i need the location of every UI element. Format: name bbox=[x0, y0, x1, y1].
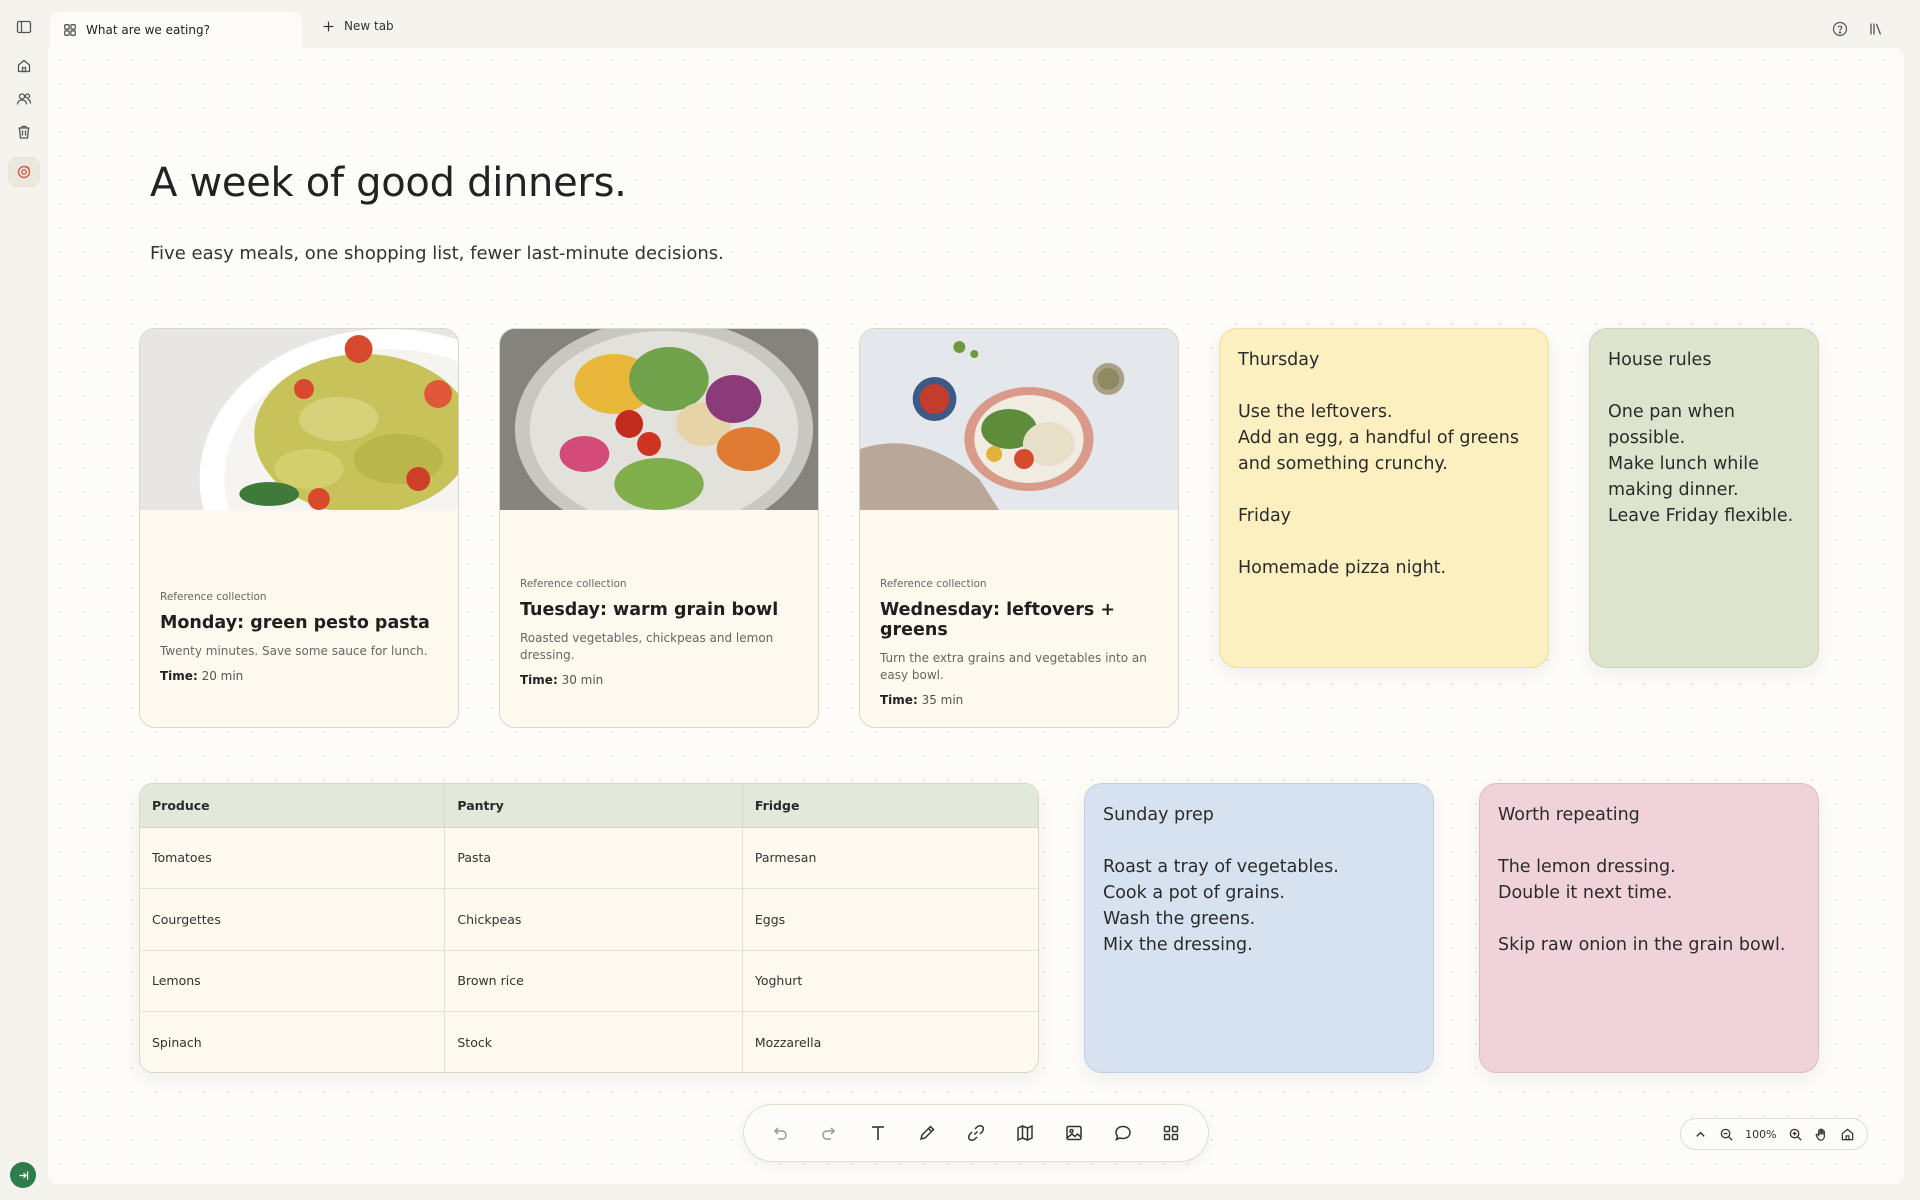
page-subtitle: Five easy meals, one shopping list, fewe… bbox=[150, 243, 724, 264]
table-row: Tomatoes Pasta Parmesan bbox=[140, 827, 1038, 889]
table-cell[interactable]: Yoghurt bbox=[742, 950, 1038, 1012]
new-tab-button[interactable]: New tab bbox=[322, 19, 394, 33]
recipe-card-tuesday[interactable]: Reference collection Tuesday: warm grain… bbox=[499, 328, 819, 728]
zoom-in-icon[interactable] bbox=[1788, 1127, 1803, 1142]
sticky-text: House rules One pan when possible. Make … bbox=[1608, 350, 1794, 526]
table-cell[interactable]: Spinach bbox=[140, 1011, 446, 1072]
table-cell[interactable]: Brown rice bbox=[444, 950, 743, 1012]
table-cell[interactable]: Lemons bbox=[140, 950, 446, 1012]
zoom-controls: 100% bbox=[1680, 1118, 1868, 1150]
column-header[interactable]: Produce bbox=[140, 784, 446, 828]
page-title: A week of good dinners. bbox=[150, 160, 627, 206]
table-row: Lemons Brown rice Yoghurt bbox=[140, 950, 1038, 1012]
exit-icon[interactable] bbox=[10, 1162, 36, 1188]
grid-icon bbox=[64, 24, 76, 36]
shopping-list-table[interactable]: Produce Pantry Fridge Tomatoes Pasta Par… bbox=[139, 783, 1039, 1073]
card-time: Time: 30 min bbox=[520, 673, 604, 687]
redo-icon[interactable] bbox=[811, 1115, 847, 1151]
undo-icon[interactable] bbox=[762, 1115, 798, 1151]
table-cell[interactable]: Courgettes bbox=[140, 888, 446, 951]
comment-tool-icon[interactable] bbox=[1105, 1115, 1141, 1151]
sticky-note-thursday-friday[interactable]: Thursday Use the leftovers. Add an egg, … bbox=[1219, 328, 1549, 668]
card-title: Wednesday: leftovers + greens bbox=[880, 600, 1116, 640]
card-description: Turn the extra grains and vegetables int… bbox=[880, 651, 1147, 682]
table-row: Courgettes Chickpeas Eggs bbox=[140, 888, 1038, 951]
sticky-text: Sunday prep Roast a tray of vegetables. … bbox=[1103, 805, 1339, 955]
card-eyebrow: Reference collection bbox=[520, 578, 627, 590]
grain-bowl-photo bbox=[500, 329, 818, 510]
sidebar-toggle-icon[interactable] bbox=[12, 15, 36, 39]
tab-label: What are we eating? bbox=[86, 23, 210, 37]
image-tool-icon[interactable] bbox=[1056, 1115, 1092, 1151]
home-view-icon[interactable] bbox=[1840, 1127, 1855, 1142]
column-header[interactable]: Pantry bbox=[444, 784, 743, 828]
tab-what-are-we-eating[interactable]: What are we eating? bbox=[50, 12, 302, 48]
table-cell[interactable]: Chickpeas bbox=[444, 888, 743, 951]
board-icon[interactable] bbox=[8, 157, 40, 187]
pasta-photo bbox=[140, 329, 458, 510]
people-icon[interactable] bbox=[12, 87, 36, 111]
pen-tool-icon[interactable] bbox=[909, 1115, 945, 1151]
trash-icon[interactable] bbox=[12, 120, 36, 144]
canvas-toolbar bbox=[743, 1104, 1209, 1162]
chevron-up-icon[interactable] bbox=[1693, 1127, 1708, 1142]
map-tool-icon[interactable] bbox=[1007, 1115, 1043, 1151]
table-cell[interactable]: Parmesan bbox=[742, 827, 1038, 889]
card-description: Roasted vegetables, chickpeas and lemon … bbox=[520, 631, 774, 662]
card-eyebrow: Reference collection bbox=[160, 591, 267, 603]
sticky-note-house-rules[interactable]: House rules One pan when possible. Make … bbox=[1589, 328, 1819, 668]
table-row: Spinach Stock Mozzarella bbox=[140, 1011, 1038, 1073]
table-cell[interactable]: Eggs bbox=[742, 888, 1038, 951]
sticky-text: Thursday Use the leftovers. Add an egg, … bbox=[1238, 350, 1519, 578]
sticky-note-worth-repeating[interactable]: Worth repeating The lemon dressing. Doub… bbox=[1479, 783, 1819, 1073]
card-time: Time: 35 min bbox=[880, 693, 964, 707]
apps-grid-icon[interactable] bbox=[1153, 1115, 1189, 1151]
help-icon[interactable] bbox=[1832, 21, 1848, 37]
card-title: Tuesday: warm grain bowl bbox=[520, 600, 779, 620]
link-tool-icon[interactable] bbox=[958, 1115, 994, 1151]
card-time: Time: 20 min bbox=[160, 669, 244, 683]
library-icon[interactable] bbox=[1868, 21, 1884, 37]
card-title: Monday: green pesto pasta bbox=[160, 613, 430, 633]
table-cell[interactable]: Mozzarella bbox=[742, 1012, 1038, 1073]
sticky-text: Worth repeating The lemon dressing. Doub… bbox=[1498, 805, 1786, 955]
column-header[interactable]: Fridge bbox=[742, 784, 1038, 828]
table-cell[interactable]: Stock bbox=[444, 1011, 743, 1072]
leftovers-photo bbox=[860, 329, 1178, 510]
zoom-out-icon[interactable] bbox=[1719, 1127, 1734, 1142]
plus-icon bbox=[323, 21, 334, 31]
recipe-card-wednesday[interactable]: Reference collection Wednesday: leftover… bbox=[859, 328, 1179, 728]
sticky-note-sunday-prep[interactable]: Sunday prep Roast a tray of vegetables. … bbox=[1084, 783, 1434, 1073]
table-cell[interactable]: Pasta bbox=[444, 827, 743, 889]
home-icon[interactable] bbox=[12, 54, 36, 78]
top-right-actions bbox=[1832, 21, 1884, 37]
zoom-level[interactable]: 100% bbox=[1745, 1128, 1776, 1141]
hand-pan-icon[interactable] bbox=[1814, 1127, 1829, 1142]
text-tool-icon[interactable] bbox=[860, 1115, 896, 1151]
card-description: Twenty minutes. Save some sauce for lunc… bbox=[160, 644, 428, 658]
new-tab-label: New tab bbox=[344, 19, 394, 33]
table-cell[interactable]: Tomatoes bbox=[140, 827, 446, 889]
left-rail bbox=[0, 0, 48, 1200]
recipe-card-monday[interactable]: Reference collection Monday: green pesto… bbox=[139, 328, 459, 728]
card-eyebrow: Reference collection bbox=[880, 578, 987, 590]
